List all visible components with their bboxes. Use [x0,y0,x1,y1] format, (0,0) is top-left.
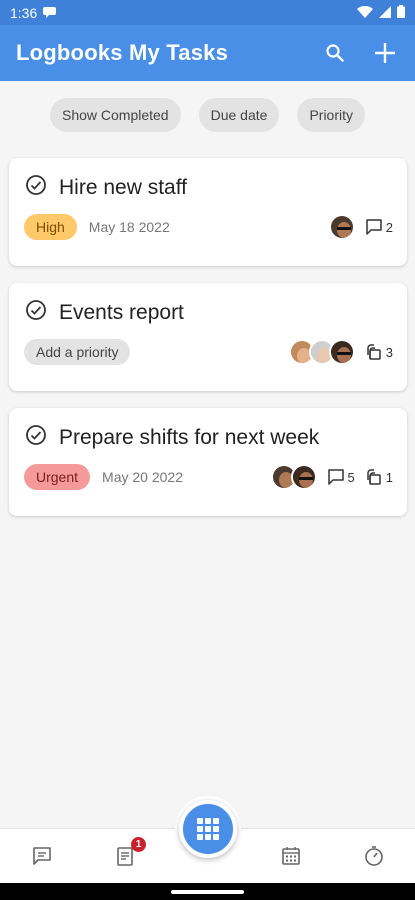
chat-icon [33,847,51,865]
task-card[interactable]: Prepare shifts for next week Urgent May … [9,408,407,516]
filter-priority[interactable]: Priority [297,98,365,132]
calendar-icon [282,847,300,865]
check-circle-icon [26,175,46,195]
comment-icon [366,219,382,235]
filter-bar: Show Completed Due date Priority [0,98,415,132]
complete-task-checkbox[interactable] [25,424,47,451]
signal-icon [379,5,391,21]
nav-logbook[interactable]: 1 [112,837,146,869]
filter-show-completed[interactable]: Show Completed [49,98,181,132]
attachment-icon [367,344,381,360]
status-time: 1:36 [10,4,38,21]
status-bar: 1:36 [0,0,415,25]
attachments-count-value: 1 [385,469,393,485]
notification-badge: 1 [131,837,146,852]
grid-icon [197,818,219,840]
page-title: Logbooks My Tasks [16,40,229,65]
task-list: Hire new staff High May 18 2022 2 Events… [9,158,407,533]
comments-count-value: 5 [347,469,355,485]
nav-timer[interactable] [361,843,387,869]
priority-badge[interactable]: Urgent [24,464,91,490]
task-title: Hire new staff [59,175,187,199]
wifi-icon [357,5,373,21]
attachments-count[interactable]: 3 [365,343,393,361]
add-task-button[interactable] [371,39,399,67]
task-title: Prepare shifts for next week [59,425,320,449]
comments-count[interactable]: 5 [327,469,355,485]
nav-chat[interactable] [29,843,55,869]
notification-icon [43,5,57,21]
check-circle-icon [26,300,46,320]
check-circle-icon [26,425,46,445]
timer-icon [365,846,383,866]
plus-icon [375,43,395,63]
add-priority-button[interactable]: Add a priority [24,339,131,365]
battery-icon [397,4,405,21]
complete-task-checkbox[interactable] [25,299,47,326]
nav-calendar[interactable] [278,843,304,869]
avatar [328,214,355,240]
due-date: May 18 2022 [88,219,170,235]
comments-count[interactable]: 2 [365,219,393,235]
app-bar: Logbooks My Tasks [0,25,415,81]
search-icon [326,44,344,62]
complete-task-checkbox[interactable] [25,174,47,201]
filter-due-date[interactable]: Due date [198,98,280,132]
comment-icon [327,469,344,485]
task-card[interactable]: Hire new staff High May 18 2022 2 [9,158,407,266]
attachments-count-value: 3 [385,344,393,360]
avatar [290,464,317,490]
apps-menu-button[interactable] [179,800,237,858]
task-title: Events report [59,300,184,324]
avatar [328,339,355,365]
attachments-count[interactable]: 1 [365,468,393,486]
priority-badge[interactable]: High [24,214,77,240]
search-button[interactable] [321,39,349,67]
due-date: May 20 2022 [102,469,183,485]
task-card[interactable]: Events report Add a priority 3 [9,283,407,391]
comments-count-value: 2 [385,219,393,235]
attachment-icon [367,469,381,485]
home-gesture-handle[interactable] [171,890,244,894]
